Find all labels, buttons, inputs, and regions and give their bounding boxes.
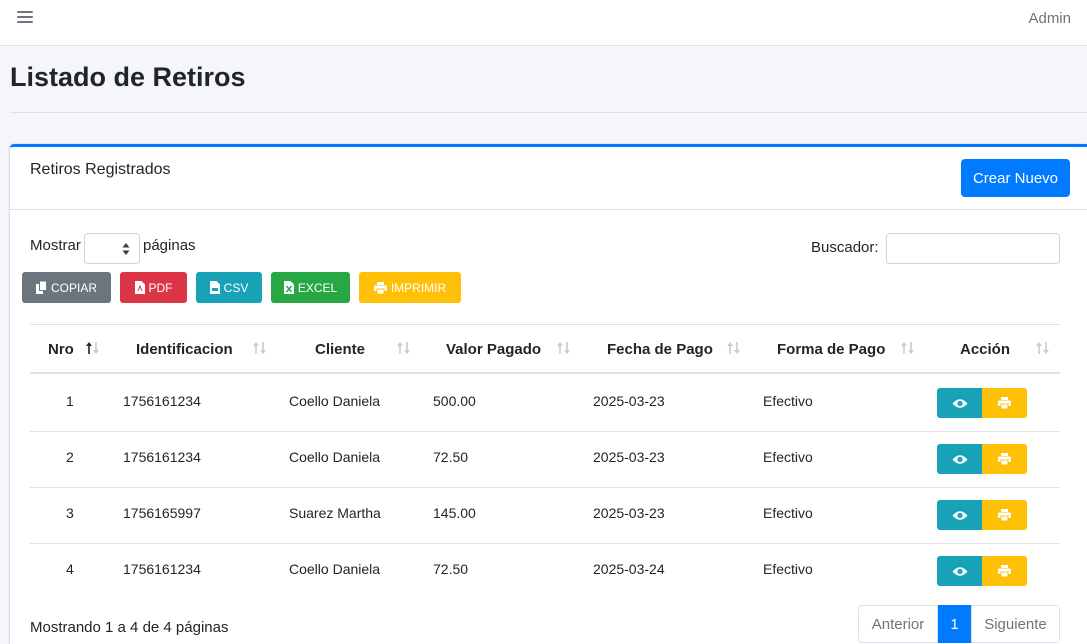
cell-nro: 3 bbox=[66, 505, 74, 521]
card-header: Retiros Registrados Crear Nuevo bbox=[10, 147, 1087, 210]
cell-valor-pagado: 72.50 bbox=[433, 449, 469, 465]
pagination-page-1[interactable]: 1 bbox=[938, 605, 971, 643]
cell-valor-pagado: 500.00 bbox=[433, 393, 476, 409]
cell-forma-de-pago: Efectivo bbox=[763, 449, 813, 465]
cell-identificacion: 1756161234 bbox=[123, 561, 201, 577]
cell-fecha-de-pago: 2025-03-24 bbox=[593, 561, 665, 577]
cell-fecha-de-pago: 2025-03-23 bbox=[593, 505, 665, 521]
sort-icon[interactable] bbox=[1035, 341, 1051, 355]
print-button-label: IMPRIMIR bbox=[390, 280, 447, 295]
top-navbar: Admin bbox=[0, 0, 1087, 46]
pdf-button-label: PDF bbox=[148, 280, 173, 295]
printer-icon bbox=[998, 565, 1011, 577]
cell-forma-de-pago: Efectivo bbox=[763, 393, 813, 409]
excel-button[interactable]: EXCEL bbox=[271, 272, 350, 303]
cell-cliente: Coello Daniela bbox=[289, 449, 381, 465]
cell-valor-pagado: 72.50 bbox=[433, 561, 469, 577]
search-label: Buscador: bbox=[811, 239, 879, 256]
cell-forma-de-pago: Efectivo bbox=[763, 505, 813, 521]
pdf-file-icon bbox=[134, 281, 145, 294]
printer-icon bbox=[998, 453, 1011, 465]
view-button[interactable] bbox=[937, 556, 982, 586]
header-accion[interactable]: Acción bbox=[960, 341, 1010, 358]
sort-icon[interactable] bbox=[900, 341, 916, 355]
header-cliente[interactable]: Cliente bbox=[315, 341, 365, 358]
table-header-bottom-border bbox=[30, 372, 1060, 374]
printer-icon bbox=[998, 509, 1011, 521]
view-button[interactable] bbox=[937, 500, 982, 530]
row-divider bbox=[30, 431, 1060, 432]
cell-nro: 4 bbox=[66, 561, 74, 577]
csv-button[interactable]: CSV bbox=[196, 272, 262, 303]
row-divider bbox=[30, 487, 1060, 488]
header-identificacion[interactable]: Identificacion bbox=[136, 341, 233, 358]
select-arrows-icon bbox=[122, 243, 130, 255]
copy-button[interactable]: COPIAR bbox=[22, 272, 111, 303]
cell-cliente: Coello Daniela bbox=[289, 561, 381, 577]
pdf-button[interactable]: PDF bbox=[120, 272, 187, 303]
pagination-next[interactable]: Siguiente bbox=[971, 605, 1060, 643]
eye-icon bbox=[952, 454, 967, 464]
page-title: Listado de Retiros bbox=[10, 62, 246, 92]
copy-button-label: COPIAR bbox=[50, 280, 97, 295]
sort-icon[interactable] bbox=[396, 341, 412, 355]
print-row-button[interactable] bbox=[982, 500, 1027, 530]
card-title: Retiros Registrados bbox=[30, 161, 171, 178]
cell-cliente: Suarez Martha bbox=[289, 505, 381, 521]
csv-file-icon bbox=[209, 281, 220, 294]
search-input[interactable] bbox=[886, 233, 1060, 264]
printer-icon bbox=[373, 281, 387, 294]
row-divider bbox=[30, 543, 1060, 544]
header-forma-de-pago[interactable]: Forma de Pago bbox=[777, 341, 885, 358]
cell-valor-pagado: 145.00 bbox=[433, 505, 476, 521]
cell-nro: 1 bbox=[66, 393, 74, 409]
print-row-button[interactable] bbox=[982, 556, 1027, 586]
cell-identificacion: 1756161234 bbox=[123, 449, 201, 465]
view-button[interactable] bbox=[937, 388, 982, 418]
cell-fecha-de-pago: 2025-03-23 bbox=[593, 393, 665, 409]
header-fecha-de-pago[interactable]: Fecha de Pago bbox=[607, 341, 713, 358]
copy-icon bbox=[35, 281, 47, 294]
cell-identificacion: 1756165997 bbox=[123, 505, 201, 521]
create-new-button[interactable]: Crear Nuevo bbox=[961, 159, 1070, 197]
hamburger-menu-icon[interactable] bbox=[17, 11, 33, 25]
title-divider bbox=[10, 112, 1087, 113]
print-button[interactable]: IMPRIMIR bbox=[359, 272, 461, 303]
eye-icon bbox=[952, 510, 967, 520]
eye-icon bbox=[952, 566, 967, 576]
sort-ascending-icon[interactable] bbox=[85, 341, 101, 355]
sort-icon[interactable] bbox=[252, 341, 268, 355]
cell-fecha-de-pago: 2025-03-23 bbox=[593, 449, 665, 465]
pagination-previous[interactable]: Anterior bbox=[858, 605, 938, 643]
show-label: Mostrar bbox=[30, 237, 81, 254]
user-menu-link[interactable]: Admin bbox=[1028, 10, 1071, 27]
header-nro[interactable]: Nro bbox=[48, 341, 74, 358]
sort-icon[interactable] bbox=[556, 341, 572, 355]
print-row-button[interactable] bbox=[982, 388, 1027, 418]
retiros-card: Retiros Registrados Crear Nuevo Mostrar … bbox=[10, 144, 1087, 644]
eye-icon bbox=[952, 398, 967, 408]
csv-button-label: CSV bbox=[223, 280, 249, 295]
cell-cliente: Coello Daniela bbox=[289, 393, 381, 409]
sort-icon[interactable] bbox=[726, 341, 742, 355]
pages-label: páginas bbox=[143, 237, 196, 254]
excel-button-label: EXCEL bbox=[297, 280, 338, 295]
header-valor-pagado[interactable]: Valor Pagado bbox=[446, 341, 541, 358]
view-button[interactable] bbox=[937, 444, 982, 474]
cell-forma-de-pago: Efectivo bbox=[763, 561, 813, 577]
print-row-button[interactable] bbox=[982, 444, 1027, 474]
page-length-select[interactable] bbox=[84, 233, 140, 264]
cell-identificacion: 1756161234 bbox=[123, 393, 201, 409]
table-header-top-border bbox=[30, 324, 1060, 325]
cell-nro: 2 bbox=[66, 449, 74, 465]
printer-icon bbox=[998, 397, 1011, 409]
excel-file-icon bbox=[283, 281, 294, 294]
